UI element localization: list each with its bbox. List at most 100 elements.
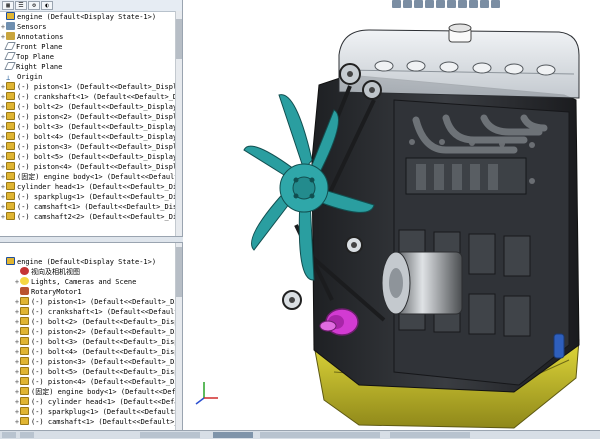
tree-item[interactable]: +(固定) engine body<1> (Default<<Default>_… [14,387,182,397]
motor-icon [20,287,29,295]
feature-tree-panel: ▦ ☰ ⚙ ◐ engine (Default<Display State-1>… [0,0,183,236]
tree-item-label: Top Plane [16,53,54,61]
panel-splitter[interactable] [0,236,183,243]
part-icon [20,377,29,385]
scroll-thumb[interactable] [176,247,182,297]
tree-item[interactable]: + (-) bolt<3> (Default<<Default>_Display … [14,337,182,347]
motion-toolbar-strip[interactable] [260,432,380,438]
part-icon [20,347,29,355]
part-icon [20,367,29,375]
tree-item[interactable]: +(-) camshaft<1> (Default<<Default>_Disp… [0,202,182,212]
tree-item[interactable]: +cylinder head<1> (Default<<Default>_Dis… [0,182,182,192]
assembly-icon [6,12,15,20]
engine-model[interactable] [184,0,600,430]
tree-item[interactable]: RotaryMotor1 [14,287,82,297]
part-icon [20,307,29,315]
assembly-icon [6,257,15,265]
tree-item-label: engine (Default<Display State-1>) [17,13,157,21]
tree-item[interactable]: + (-) bolt<3> (Default<<Default>_Display … [0,122,182,132]
tab-strip: ▦ ☰ ⚙ ◐ [0,0,182,12]
tree-item-label: (-) sparkplug<1> (Default<<Default>_Disp… [31,408,182,416]
tree-item[interactable]: + (-) bolt<5> (Default<<Default>_Display … [0,152,182,162]
tree-item-label: Right Plane [16,63,63,71]
tree-item[interactable]: +(-) crankshaft<1> (Default<<Default>_Di… [0,92,182,102]
tree-item[interactable]: + Lights, Cameras and Scene [14,277,136,287]
tree-item[interactable]: +(-) piston<2> (Default<<Default>_Displa… [0,112,182,122]
config-manager-tab[interactable]: ⚙ [28,1,40,10]
tree-scrollbar[interactable] [175,11,182,236]
tree-item[interactable]: +(-) crankshaft<1> (Default<<Default>_Di… [14,307,182,317]
tree-item-label: Lights, Cameras and Scene [31,278,137,286]
idler-pulley[interactable] [345,236,363,254]
expand-toggle-icon[interactable]: + [14,277,20,287]
crank-pulley[interactable] [282,290,302,310]
plane-icon [4,62,16,70]
coolant-hose[interactable] [553,333,565,359]
tree-root[interactable]: engine (Default<Display State-1>) [0,12,156,22]
tree-item[interactable]: +(-) piston<3> (Default<<Default>_Displa… [0,142,183,152]
part-icon [20,297,29,305]
motion-tree-scrollbar[interactable] [175,243,182,430]
tree-item[interactable]: + (-) bolt<2> (Default<<Default>_Display … [14,317,183,327]
tree-item[interactable]: +(-) sparkplug<1> (Default<<Default>_Dis… [0,192,182,202]
tree-item-label: (-) piston<1> (Default<<Default>_Display… [31,298,182,306]
calc-button[interactable] [213,432,253,438]
part-icon [6,132,15,140]
tree-item[interactable]: +(-) piston<4> (Default<<Default>_Displa… [14,377,182,387]
tree-item[interactable]: ⊥ Origin [0,72,42,82]
model-tab[interactable] [20,432,34,438]
tree-item-label: (-) piston<3> (Default<<Default>_Display… [17,143,183,151]
display-manager-tab[interactable]: ◐ [41,1,53,10]
tree-item[interactable]: +(-) piston<2> (Default<<Default>_Displa… [14,327,182,337]
property-manager-tab[interactable]: ☰ [15,1,27,10]
tree-item[interactable]: Front Plane [0,42,62,52]
tree-item-label: (-) camshaft<1> (Default<<Default>_Displ… [31,418,182,426]
tree-item[interactable]: Right Plane [0,62,62,72]
part-icon [6,162,15,170]
tree-item-label: (-) bolt<4> (Default<<Default>_Display S… [31,348,183,356]
tree-item-label: (-) piston<2> (Default<<Default>_Display… [31,328,182,336]
tree-item[interactable]: +(固定) engine body<1> (Default<<Default>_… [0,172,183,182]
motion-tab[interactable] [2,432,16,438]
intake-plenum[interactable] [405,157,527,195]
tree-item-label: (-) bolt<2> (Default<<Default>_Display S… [31,318,183,326]
tree-root[interactable]: engine (Default<Display State-1>) [0,257,156,267]
part-icon [20,407,29,415]
part-icon [6,202,15,210]
scroll-thumb[interactable] [176,19,182,59]
part-icon [6,212,15,220]
part-icon [20,317,29,325]
tree-item[interactable]: + (-) bolt<4> (Default<<Default>_Display … [14,347,183,357]
tree-item[interactable]: 视向及相机视图 [14,267,80,277]
tree-item[interactable]: +(-) camshaft<1> (Default<<Default>_Disp… [14,417,182,427]
alternator[interactable] [381,251,463,315]
tree-item-label: (-) crankshaft<1> (Default<<Default>_Dis… [17,93,182,101]
tree-item[interactable]: + (-) bolt<2> (Default<<Default>_Display … [0,102,182,112]
tree-item[interactable]: +(-) cylinder head<1> (Default<<Default>… [14,397,182,407]
tree-item-label: (-) bolt<4> (Default<<Default>_Display S… [17,133,182,141]
playback-controls[interactable] [390,432,470,438]
tree-item[interactable]: +(-) piston<3> (Default<<Default>_Displa… [14,357,182,367]
tree-item-label: (-) bolt<3> (Default<<Default>_Display S… [17,123,182,131]
timeline-slider[interactable] [140,432,200,438]
graphics-viewport[interactable] [184,0,600,430]
tree-item[interactable]: +(-) piston<1> (Default<<Default>_Displa… [0,82,182,92]
tree-item[interactable]: +(-) piston<1> (Default<<Default>_Displa… [14,297,182,307]
view-icon [20,267,29,275]
tree-item-label: Sensors [17,23,47,31]
tree-item-label: (-) bolt<5> (Default<<Default>_Display S… [17,153,182,161]
tree-item[interactable]: + (-) bolt<4> (Default<<Default>_Display … [0,132,182,142]
tree-item[interactable]: +(-) piston<4> (Default<<Default>_Displa… [0,162,182,172]
tree-item-label: (固定) engine body<1> (Default<<Default>_D… [17,173,183,181]
tree-item[interactable]: Top Plane [0,52,54,62]
tree-item-label: (-) camshaft2<2> (Default<<Default>_Disp… [17,213,182,221]
tree-item[interactable]: +(-) camshaft2<2> (Default<<Default>_Dis… [0,212,182,222]
tree-item[interactable]: + (-) bolt<5> (Default<<Default>_Display … [14,367,182,377]
tree-item-label: (-) piston<4> (Default<<Default>_Display… [31,378,182,386]
origin-icon: ⊥ [6,74,11,82]
tree-item[interactable]: +(-) sparkplug<1> (Default<<Default>_Dis… [14,407,182,417]
feature-manager-tab[interactable]: ▦ [2,1,14,10]
part-icon [20,357,29,365]
tree-item[interactable]: + Sensors [0,22,47,32]
tree-item[interactable]: + Annotations [0,32,63,42]
